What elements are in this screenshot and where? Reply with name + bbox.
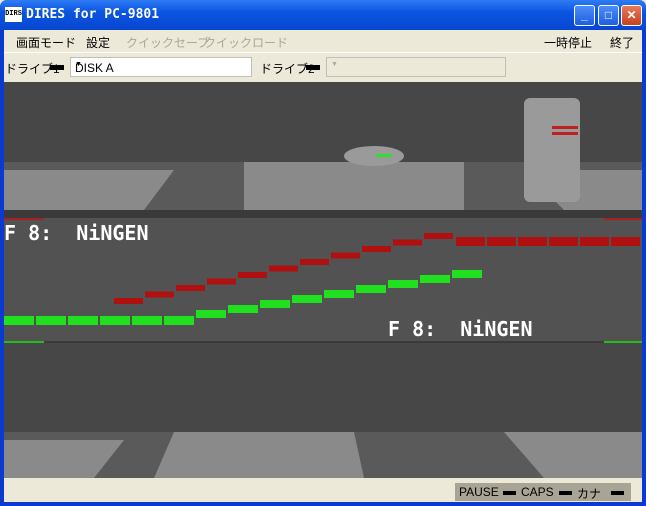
red-track-segment bbox=[611, 237, 640, 246]
drive1-access-led bbox=[50, 65, 64, 70]
green-track-segment bbox=[36, 316, 66, 325]
status-indicators: PAUSE CAPS カナ bbox=[455, 483, 631, 501]
red-track-segment bbox=[300, 259, 329, 265]
pillar bbox=[524, 98, 580, 202]
app-window: DIRS DIRES for PC-9801 _ □ ✕ 画面モード 設定 クイ… bbox=[0, 0, 646, 506]
drive2-select[interactable]: ▼ bbox=[326, 57, 506, 77]
emulator-screen[interactable]: F 8: NiNGEN F 8: NiNGEN bbox=[4, 82, 642, 478]
red-track-segment bbox=[145, 291, 174, 298]
green-track-segment bbox=[228, 305, 258, 313]
green-track-segment bbox=[100, 316, 130, 325]
red-track-segment bbox=[238, 272, 267, 278]
maximize-button[interactable]: □ bbox=[598, 5, 619, 26]
caps-led bbox=[559, 491, 572, 495]
red-track-segment bbox=[176, 285, 205, 291]
vehicle bbox=[344, 146, 404, 166]
red-track-segment bbox=[518, 237, 547, 246]
red-track-segment bbox=[456, 237, 485, 246]
red-track-segment bbox=[424, 233, 453, 239]
green-track-segment bbox=[164, 316, 194, 325]
status-text-top: F 8: NiNGEN bbox=[4, 221, 149, 245]
green-track-segment bbox=[420, 275, 450, 283]
green-track-segment bbox=[4, 316, 34, 325]
menu-screen-mode[interactable]: 画面モード bbox=[16, 34, 76, 51]
green-track-segment bbox=[388, 280, 418, 288]
green-track-segment bbox=[452, 270, 482, 278]
menu-settings[interactable]: 設定 bbox=[86, 34, 110, 51]
green-track-segment bbox=[132, 316, 162, 325]
drive-toolbar: ドライブ1 DISK A ▼ ドライブ2 ▼ bbox=[4, 52, 642, 80]
menu-quick-save[interactable]: クイックセーブ bbox=[126, 34, 209, 51]
kana-led bbox=[611, 491, 624, 495]
pause-indicator: PAUSE bbox=[459, 485, 499, 499]
pause-led bbox=[503, 491, 516, 495]
green-track-segment bbox=[292, 295, 322, 303]
red-track-segment bbox=[393, 239, 422, 246]
red-track-segment bbox=[114, 298, 143, 304]
drive2-access-led bbox=[306, 65, 320, 70]
green-track-segment bbox=[260, 300, 290, 308]
window-title: DIRES for PC-9801 bbox=[26, 7, 160, 22]
menu-bar: 画面モード 設定 クイックセーブ クイックロード 一時停止 終了 bbox=[4, 30, 642, 52]
app-icon[interactable]: DIRS bbox=[5, 7, 22, 22]
green-track-segment bbox=[324, 290, 354, 298]
status-text-bottom: F 8: NiNGEN bbox=[388, 317, 533, 341]
menu-pause[interactable]: 一時停止 bbox=[544, 34, 592, 51]
title-bar[interactable]: DIRS DIRES for PC-9801 _ □ ✕ bbox=[0, 0, 646, 30]
red-track-segment bbox=[362, 246, 391, 252]
game-graphics: F 8: NiNGEN F 8: NiNGEN bbox=[4, 82, 642, 478]
red-track-segment bbox=[269, 265, 298, 272]
green-track-segment bbox=[196, 310, 226, 318]
kana-indicator: カナ bbox=[577, 487, 602, 501]
menu-exit[interactable]: 終了 bbox=[610, 34, 634, 51]
green-track-segment bbox=[356, 285, 386, 293]
green-track-segment bbox=[68, 316, 98, 325]
caps-indicator: CAPS bbox=[521, 485, 554, 499]
red-track-segment bbox=[331, 252, 360, 259]
red-track-segment bbox=[487, 237, 516, 246]
chevron-down-icon: ▼ bbox=[75, 61, 82, 68]
drive1-select[interactable]: DISK A ▼ bbox=[70, 57, 252, 77]
menu-quick-load[interactable]: クイックロード bbox=[204, 34, 288, 51]
red-track-segment bbox=[207, 278, 236, 285]
red-track-segment bbox=[549, 237, 578, 246]
chevron-down-icon: ▼ bbox=[331, 61, 338, 68]
red-track-segment bbox=[580, 237, 609, 246]
close-button[interactable]: ✕ bbox=[621, 5, 642, 26]
minimize-button[interactable]: _ bbox=[574, 5, 595, 26]
